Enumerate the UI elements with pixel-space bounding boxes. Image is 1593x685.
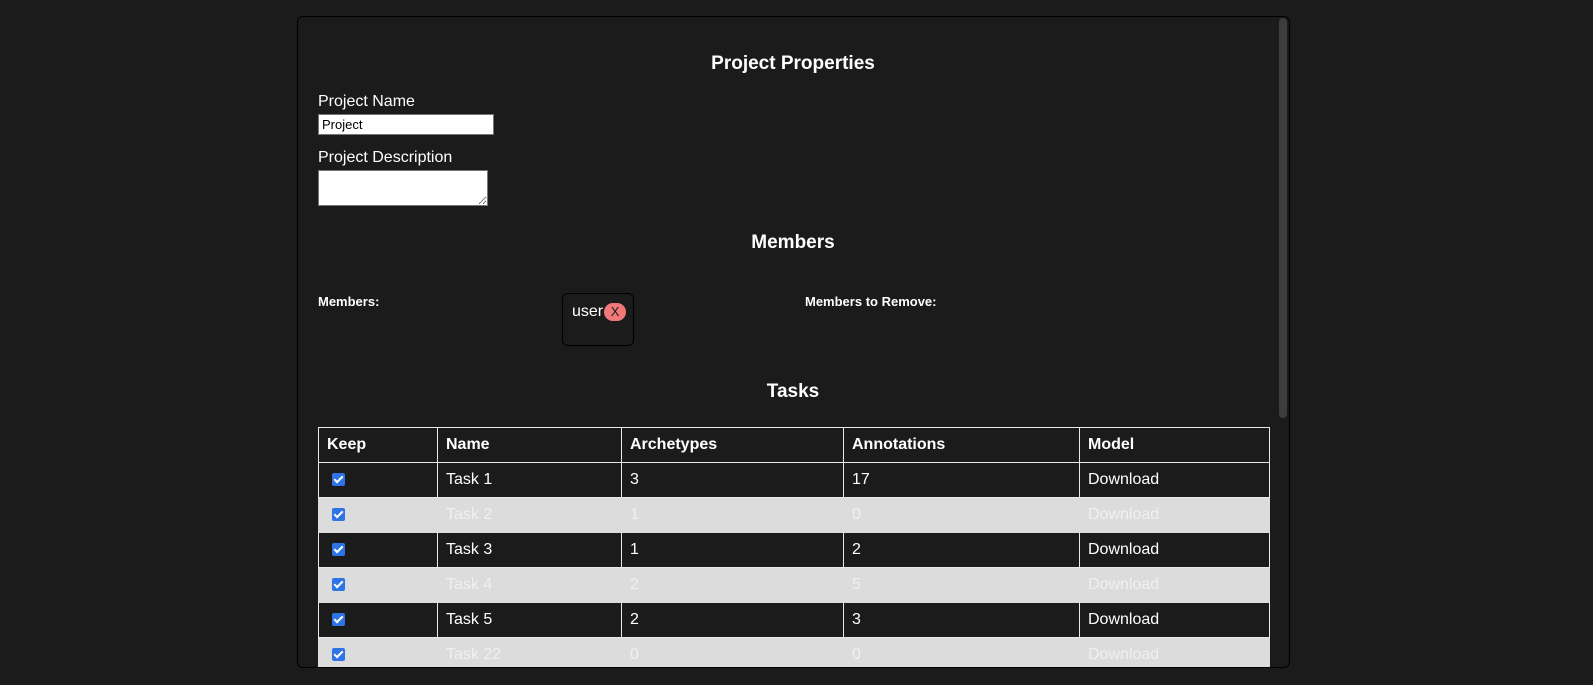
table-row: Task 22 0 0 Download	[318, 637, 1270, 667]
task-name-cell: Task 2	[437, 497, 622, 533]
model-cell: Download	[1079, 567, 1270, 603]
archetypes-cell: 0	[621, 637, 844, 667]
project-description-label: Project Description	[318, 149, 453, 166]
table-row: Task 5 2 3 Download	[318, 602, 1270, 638]
column-header-model: Model	[1079, 427, 1270, 463]
column-header-name: Name	[437, 427, 622, 463]
annotations-cell: 3	[843, 602, 1080, 638]
dialog-scrollbar[interactable]	[1279, 18, 1287, 418]
keep-cell	[318, 567, 438, 603]
tasks-heading: Tasks	[766, 381, 820, 402]
keep-cell	[318, 497, 438, 533]
member-chip-name: user	[572, 303, 604, 320]
members-to-remove-label: Members to Remove:	[805, 294, 937, 309]
annotations-cell: 0	[843, 637, 1080, 667]
annotations-cell: 2	[843, 532, 1080, 568]
keep-checkbox[interactable]	[332, 578, 345, 592]
model-cell: Download	[1079, 637, 1270, 667]
table-row: Task 3 1 2 Download	[318, 532, 1270, 568]
project-name-label: Project Name	[318, 93, 415, 110]
archetypes-cell: 2	[621, 602, 844, 638]
project-description-input[interactable]	[318, 170, 488, 206]
archetypes-cell: 3	[621, 462, 844, 498]
annotations-cell: 5	[843, 567, 1080, 603]
model-cell: Download	[1079, 532, 1270, 568]
keep-cell	[318, 602, 438, 638]
download-model-link[interactable]: Download	[1088, 611, 1159, 628]
members-list: user X	[562, 293, 634, 346]
download-model-link[interactable]: Download	[1088, 471, 1159, 488]
tasks-table-header: Keep Name Archetypes Annotations Model	[318, 427, 1270, 463]
task-name-cell: Task 4	[437, 567, 622, 603]
keep-cell	[318, 532, 438, 568]
table-row: Task 2 1 0 Download	[318, 497, 1270, 533]
members-label: Members:	[318, 294, 380, 309]
task-name-cell: Task 1	[437, 462, 622, 498]
tasks-table: Keep Name Archetypes Annotations Model T…	[318, 427, 1270, 667]
annotations-cell: 17	[843, 462, 1080, 498]
keep-checkbox[interactable]	[332, 613, 345, 627]
members-heading: Members	[751, 232, 835, 253]
annotations-cell: 0	[843, 497, 1080, 533]
archetypes-cell: 2	[621, 567, 844, 603]
keep-cell	[318, 637, 438, 667]
column-header-annotations: Annotations	[843, 427, 1080, 463]
keep-checkbox[interactable]	[332, 648, 345, 662]
member-chip: user X	[572, 303, 627, 321]
download-model-link[interactable]: Download	[1088, 541, 1159, 558]
task-name-cell: Task 5	[437, 602, 622, 638]
archetypes-cell: 1	[621, 497, 844, 533]
project-properties-heading: Project Properties	[711, 53, 875, 74]
column-header-archetypes: Archetypes	[621, 427, 844, 463]
keep-cell	[318, 462, 438, 498]
task-name-cell: Task 22	[437, 637, 622, 667]
archetypes-cell: 1	[621, 532, 844, 568]
table-row: Task 4 2 5 Download	[318, 567, 1270, 603]
keep-checkbox[interactable]	[332, 508, 345, 522]
project-properties-dialog: Project Properties Project Name Project …	[297, 16, 1290, 668]
download-model-link[interactable]: Download	[1088, 646, 1159, 663]
download-model-link[interactable]: Download	[1088, 506, 1159, 523]
project-name-input[interactable]	[318, 114, 494, 135]
remove-member-button[interactable]: X	[604, 303, 627, 321]
model-cell: Download	[1079, 497, 1270, 533]
column-header-keep: Keep	[318, 427, 438, 463]
model-cell: Download	[1079, 462, 1270, 498]
keep-checkbox[interactable]	[332, 473, 345, 487]
table-row: Task 1 3 17 Download	[318, 462, 1270, 498]
download-model-link[interactable]: Download	[1088, 576, 1159, 593]
keep-checkbox[interactable]	[332, 543, 345, 557]
model-cell: Download	[1079, 602, 1270, 638]
task-name-cell: Task 3	[437, 532, 622, 568]
